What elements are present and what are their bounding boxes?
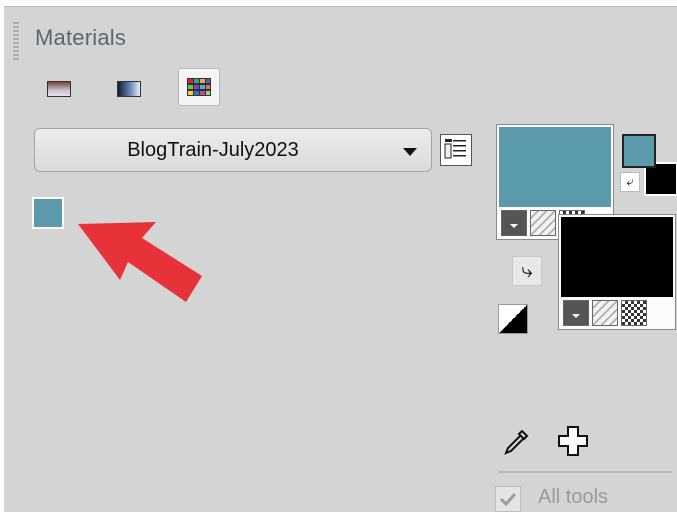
palette-swatch-item[interactable] [32,197,64,229]
frame-view-icon [47,81,71,97]
divider [498,471,672,473]
checkmark-icon [499,492,517,507]
swap-materials-icon[interactable]: ⤷ [512,256,542,286]
materials-window: Materials BlogTrain-July2023 ⤶ ⤷ All too… [0,0,677,512]
palette-list-button[interactable] [440,134,472,166]
background-properties-box[interactable] [558,214,676,330]
annotation-arrow-icon [78,222,202,302]
frame-view-button[interactable] [38,70,80,108]
foreground-color[interactable] [499,127,611,207]
panel-title: Materials [35,25,127,50]
foreground-color-swatch[interactable] [622,134,656,168]
color-style-button[interactable] [501,210,527,236]
gradient-style-button[interactable] [530,210,556,236]
gradient-view-icon [117,81,141,97]
all-tools-label: All tools [538,486,609,508]
swap-colors-small-icon[interactable]: ⤶ [620,172,640,192]
eyedropper-icon[interactable] [502,428,530,456]
gradient-style-button[interactable] [592,300,618,326]
color-style-button[interactable] [563,300,589,326]
gradient-view-button[interactable] [108,70,150,108]
all-tools-checkbox[interactable] [495,486,521,512]
palette-dropdown-value: BlogTrain-July2023 [127,139,299,161]
panel-grip[interactable] [13,21,19,61]
swatch-grid-view-icon [187,78,211,96]
palette-dropdown[interactable]: BlogTrain-July2023 [34,128,432,172]
swatch-grid-view-button[interactable] [178,68,220,106]
pattern-style-button[interactable] [621,300,647,326]
add-swatch-icon[interactable] [556,424,590,458]
list-menu-icon [444,139,466,159]
chevron-down-icon [403,148,417,156]
background-style-buttons [563,300,647,326]
reset-default-colors-icon[interactable] [498,304,528,334]
background-color[interactable] [561,217,673,297]
